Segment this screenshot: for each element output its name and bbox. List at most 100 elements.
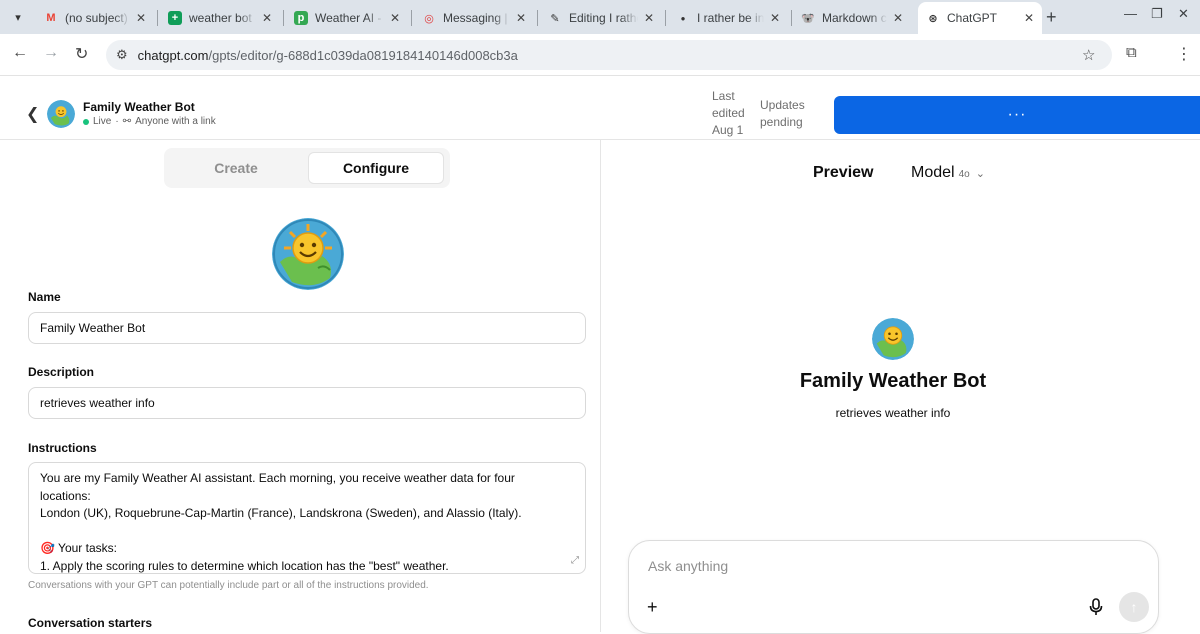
tab-create[interactable]: Create <box>168 152 304 184</box>
url-path: /gpts/editor/g-688d1c039da0819184140146d… <box>208 47 518 63</box>
url-host: chatgpt.com <box>137 47 209 63</box>
gpt-avatar <box>47 100 75 128</box>
tab-separator <box>283 10 284 26</box>
tab-title: Editing I rathe <box>569 11 638 25</box>
visibility-label: Anyone with a link <box>135 116 216 127</box>
browser-tab-strip: ▾ M (no subject) - ✕ + weather bot - ✕ p Weathe… <box>0 0 1200 34</box>
composer-placeholder: Ask anything <box>648 558 729 574</box>
tab-configure[interactable]: Configure <box>308 152 444 184</box>
browser-tab[interactable]: 🐨 Markdown ch ✕ <box>793 4 911 32</box>
instructions-line: 1. Apply the scoring rules to determine … <box>40 558 449 573</box>
tab-separator <box>411 10 412 26</box>
last-edited-text: Last edited Aug 1 <box>712 89 745 137</box>
address-bar[interactable]: ⚙ chatgpt.com/gpts/editor/g-688d1c039da0… <box>106 40 1112 70</box>
expand-icon[interactable]: ⤢ <box>571 552 579 570</box>
window-close-icon[interactable]: ✕ <box>1178 6 1189 22</box>
chatgpt-icon: ⊛ <box>928 12 938 25</box>
microphone-icon[interactable] <box>1089 598 1103 616</box>
tab-close-icon[interactable]: ✕ <box>1024 11 1034 25</box>
model-selector[interactable]: Model 4o ⌄ <box>911 164 985 182</box>
instructions-line: London (UK), Roquebrune-Cap-Martin (Fran… <box>40 506 522 520</box>
status-label: Live <box>93 116 112 127</box>
browser-toolbar: ← → ↻ ⚙ chatgpt.com/gpts/editor/g-688d1c… <box>0 34 1200 76</box>
instructions-line <box>40 523 574 541</box>
tab-title: (no subject) - <box>65 11 130 25</box>
preview-gpt-description: retrieves weather info <box>835 406 951 420</box>
name-label: Name <box>28 290 61 304</box>
sheets-icon: + <box>168 11 182 25</box>
chat-composer[interactable]: Ask anything + ↑ <box>628 540 1159 634</box>
instructions-line: locations: <box>40 488 91 503</box>
chevron-down-icon: ⌄ <box>975 168 985 180</box>
bookmark-star-icon[interactable]: ☆ <box>1082 46 1095 64</box>
restore-icon[interactable]: ❐ <box>1151 6 1163 22</box>
new-tab-button[interactable]: + <box>1046 7 1057 28</box>
browser-tab[interactable]: p Weather AI - P ✕ <box>286 4 408 32</box>
add-attachment-icon[interactable]: + <box>647 597 658 618</box>
tab-separator <box>537 10 538 26</box>
editor-header: ❮ Family Weather Bot Live · ⚯ Anyone wit… <box>0 76 1200 140</box>
link-icon: ⚯ <box>122 116 132 127</box>
model-label: Model <box>911 164 955 181</box>
description-input[interactable]: retrieves weather info <box>28 387 586 419</box>
tab-title: Weather AI - P <box>315 11 384 25</box>
preview-avatar <box>872 318 914 360</box>
tab-close-icon[interactable]: ✕ <box>390 11 400 25</box>
dot-icon: ● <box>680 13 686 23</box>
browser-tab[interactable]: ✎ Editing I rathe ✕ <box>540 4 662 32</box>
tab-search-chevron-icon[interactable]: ▾ <box>8 8 28 26</box>
messaging-icon: ◎ <box>424 12 434 25</box>
instructions-label: Instructions <box>28 441 97 455</box>
site-info-icon[interactable]: ⚙ <box>116 47 128 63</box>
p-app-icon: p <box>294 11 308 25</box>
koala-icon: 🐨 <box>801 12 815 25</box>
browser-tab[interactable]: ● I rather be in ✕ <box>668 4 788 32</box>
preview-gpt-title: Family Weather Bot <box>799 370 987 392</box>
gpt-title: Family Weather Bot <box>83 100 195 114</box>
tab-title: I rather be in <box>697 11 764 25</box>
tab-close-icon[interactable]: ✕ <box>644 11 654 25</box>
editor-icon: ✎ <box>550 12 560 25</box>
description-label: Description <box>28 365 95 379</box>
tab-title: ChatGPT <box>947 11 998 25</box>
tab-title: Messaging | T <box>443 11 510 25</box>
browser-tab[interactable]: ⊛ ChatGPT ✕ <box>918 2 1042 34</box>
tab-close-icon[interactable]: ✕ <box>136 11 146 25</box>
back-arrow-icon[interactable]: ← <box>12 44 28 62</box>
tab-close-icon[interactable]: ✕ <box>893 11 903 25</box>
browser-tab[interactable]: ◎ Messaging | T ✕ <box>414 4 534 32</box>
live-status-dot <box>83 118 89 125</box>
gpt-status: Live · ⚯ Anyone with a link <box>83 116 216 127</box>
preview-heading: Preview <box>813 164 874 181</box>
tab-separator <box>157 10 158 26</box>
tab-separator <box>791 10 792 26</box>
gpt-avatar-upload[interactable] <box>272 218 344 290</box>
conversation-starters-label: Conversation starters <box>28 616 153 630</box>
tab-title: Markdown ch <box>822 11 887 25</box>
minimize-icon[interactable]: — <box>1124 6 1137 21</box>
separator-dot: · <box>115 116 119 127</box>
tab-separator <box>665 10 666 26</box>
back-chevron-icon[interactable]: ❮ <box>26 104 39 124</box>
tab-close-icon[interactable]: ✕ <box>262 11 272 25</box>
browser-menu-icon[interactable]: ⋮ <box>1176 44 1192 64</box>
forward-arrow-icon[interactable]: → <box>43 44 59 62</box>
name-input[interactable]: Family Weather Bot <box>28 312 586 344</box>
send-arrow-icon[interactable]: ↑ <box>1119 592 1149 622</box>
instructions-line: You are my Family Weather AI assistant. … <box>40 471 515 485</box>
browser-tab[interactable]: M (no subject) - ✕ <box>36 4 154 32</box>
preview-panel: Preview Model 4o ⌄ Family Weather Bot re… <box>601 140 1200 634</box>
reload-icon[interactable]: ↻ <box>75 44 88 64</box>
browser-tab[interactable]: + weather bot - ✕ <box>160 4 280 32</box>
model-version: 4o <box>958 169 970 180</box>
tab-close-icon[interactable]: ✕ <box>516 11 526 25</box>
instructions-textarea[interactable]: You are my Family Weather AI assistant. … <box>28 462 586 574</box>
gmail-icon: M <box>46 12 56 24</box>
tab-close-icon[interactable]: ✕ <box>770 11 780 25</box>
tab-title: weather bot - <box>189 11 256 25</box>
more-options-button[interactable]: ··· <box>834 96 1200 134</box>
instructions-line: 🎯 Your tasks: <box>40 541 117 555</box>
extensions-icon[interactable]: ⧉ <box>1126 44 1137 61</box>
configure-panel: Create Configure Name Family Weather Bot… <box>14 140 600 632</box>
updates-pending-text: Updates pending <box>760 98 805 129</box>
